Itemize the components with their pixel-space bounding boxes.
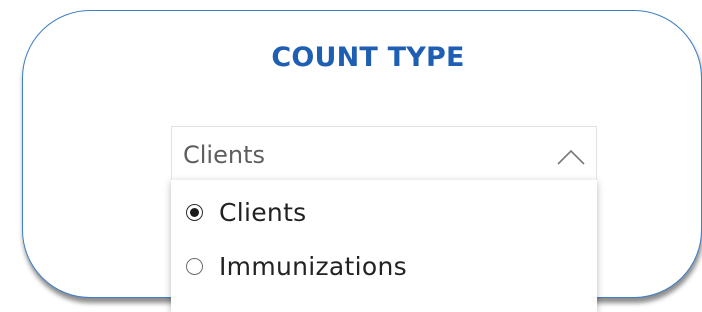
slicer-visual: COUNT TYPE Clients Clients Immunizations <box>0 0 702 312</box>
slicer-title: COUNT TYPE <box>271 42 465 73</box>
slicer-option-label: Immunizations <box>219 252 407 281</box>
slicer-dropdown-list: Clients Immunizations <box>171 180 597 312</box>
slicer-option-label: Clients <box>219 198 307 227</box>
slicer-option-immunizations[interactable]: Immunizations <box>171 242 597 294</box>
slicer-option-clients[interactable]: Clients <box>171 188 597 240</box>
radio-unchecked-icon[interactable] <box>186 258 203 275</box>
slicer-selected-value: Clients <box>183 141 265 169</box>
radio-dot <box>189 207 199 217</box>
radio-checked-icon[interactable] <box>186 204 203 221</box>
chevron-up-icon[interactable] <box>556 148 586 166</box>
slicer-dropdown-header[interactable]: Clients <box>171 126 597 182</box>
